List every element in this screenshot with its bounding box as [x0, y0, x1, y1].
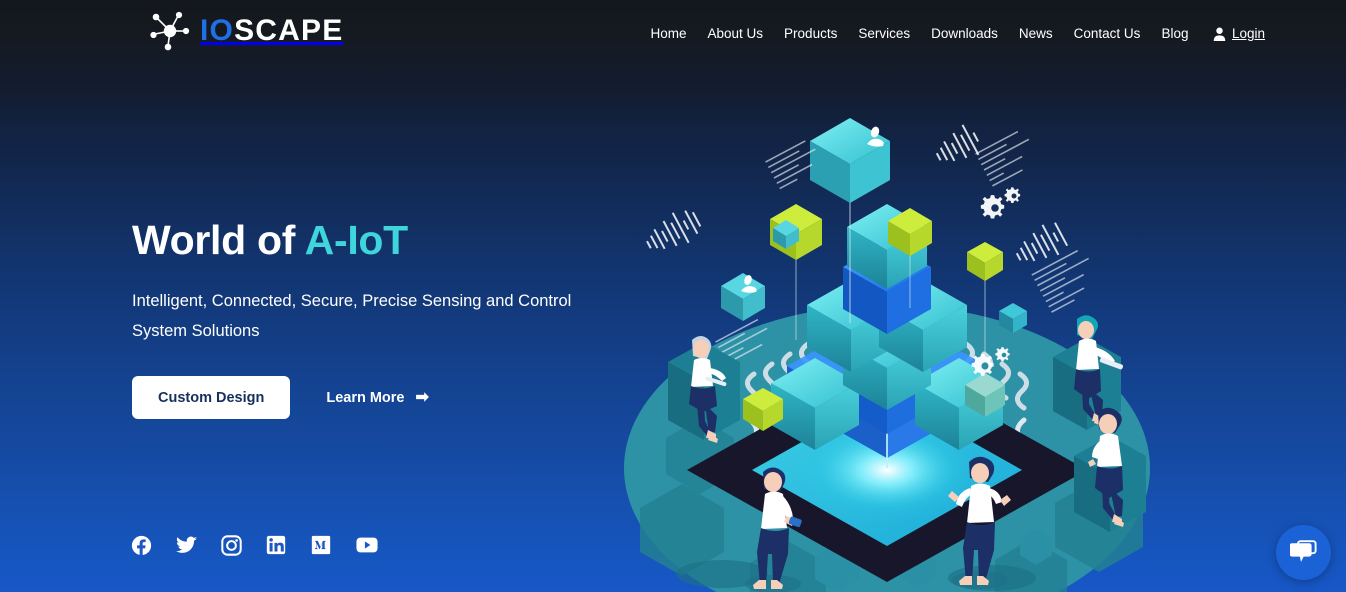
- facebook-icon: [131, 535, 152, 556]
- nav-item-downloads[interactable]: Downloads: [921, 0, 1009, 67]
- logo-text: IOSCAPE: [200, 16, 343, 46]
- main-navigation: Home About Us Products Services Download…: [640, 0, 1275, 67]
- social-links: [131, 532, 401, 558]
- social-link-linkedin[interactable]: [266, 532, 311, 558]
- custom-design-button[interactable]: Custom Design: [132, 376, 291, 419]
- user-icon: [1213, 27, 1226, 41]
- linkedin-icon: [266, 535, 286, 555]
- arrow-right-icon: ➡: [415, 388, 429, 406]
- youtube-icon: [356, 537, 378, 553]
- logo-text-scape: SCAPE: [234, 14, 344, 47]
- nav-item-about-us[interactable]: About Us: [697, 0, 774, 67]
- instagram-icon: [221, 534, 242, 556]
- nav-item-contact-us[interactable]: Contact Us: [1063, 0, 1151, 67]
- logo[interactable]: IOSCAPE: [148, 9, 343, 53]
- social-link-facebook[interactable]: [131, 532, 176, 558]
- twitter-icon: [176, 536, 198, 553]
- hero-title-accent: A-IoT: [304, 217, 409, 263]
- chat-bubble-icon: [1290, 540, 1317, 562]
- nav-item-news[interactable]: News: [1008, 0, 1063, 67]
- nav-item-blog[interactable]: Blog: [1151, 0, 1199, 67]
- login-label: Login: [1231, 26, 1266, 41]
- medium-icon: [311, 535, 331, 555]
- social-link-twitter[interactable]: [176, 532, 221, 558]
- hero-copy: World of A-IoT Intelligent, Connected, S…: [132, 217, 602, 347]
- chat-widget-button[interactable]: [1276, 525, 1331, 580]
- hero-subtitle: Intelligent, Connected, Secure, Precise …: [132, 291, 572, 341]
- social-link-medium[interactable]: [311, 532, 356, 558]
- network-node-icon: [150, 11, 190, 51]
- social-link-youtube[interactable]: [356, 532, 401, 558]
- hero-page: IOSCAPE Home About Us Products Services …: [0, 0, 1346, 592]
- nav-item-products[interactable]: Products: [774, 0, 848, 67]
- page-title: World of A-IoT: [132, 217, 602, 264]
- learn-more-label: Learn More: [326, 389, 405, 406]
- social-link-instagram[interactable]: [221, 532, 266, 558]
- learn-more-button[interactable]: Learn More ➡: [326, 376, 429, 419]
- site-header: IOSCAPE Home About Us Products Services …: [0, 0, 1346, 67]
- nav-item-services[interactable]: Services: [848, 0, 921, 67]
- hero-illustration: [600, 108, 1190, 592]
- hero-actions: Custom Design Learn More ➡: [132, 376, 429, 419]
- logo-text-io: IO: [200, 14, 235, 47]
- hero-title-plain: World of: [132, 217, 305, 263]
- nav-item-home[interactable]: Home: [640, 0, 697, 67]
- login-link[interactable]: Login: [1199, 26, 1275, 41]
